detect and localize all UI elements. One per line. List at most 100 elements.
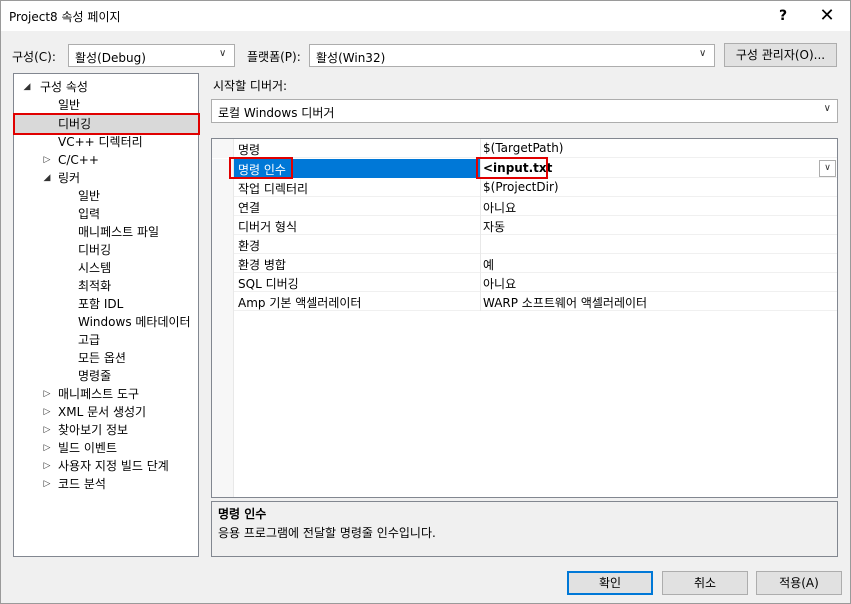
column-divider — [480, 178, 481, 197]
chevron-down-icon[interactable]: ∨ — [819, 160, 836, 177]
tree-item-vc-directories[interactable]: VC++ 디렉터리 — [58, 133, 143, 151]
collapse-icon[interactable]: ◢ — [42, 173, 52, 183]
property-value: $(ProjectDir) — [483, 180, 559, 194]
expand-icon[interactable]: ▷ — [42, 461, 52, 471]
property-name: 명령 — [238, 143, 261, 157]
tree-item-code-analysis[interactable]: 코드 분석 — [58, 475, 106, 493]
property-row[interactable]: 환경 — [212, 235, 837, 254]
property-row[interactable]: 디버거 형식 자동 — [212, 216, 837, 235]
property-row[interactable]: 연결 아니요 — [212, 197, 837, 216]
tree-item-linker-debugging[interactable]: 디버깅 — [78, 241, 111, 259]
expand-icon[interactable]: ▷ — [42, 389, 52, 399]
platform-value: 활성(Win32) — [316, 51, 386, 65]
tree-item-linker-general[interactable]: 일반 — [78, 187, 100, 205]
property-grid: 명령 $(TargetPath) 명령 인수 <input.txt ∨ 작업 디… — [211, 138, 838, 498]
column-divider — [480, 273, 481, 292]
property-name: 연결 — [238, 201, 261, 215]
tree-item-linker-embedded-idl[interactable]: 포함 IDL — [78, 295, 123, 313]
row-gutter — [212, 139, 234, 158]
column-divider — [480, 139, 481, 158]
row-gutter — [212, 178, 234, 197]
tree-item-manifest-tool[interactable]: 매니페스트 도구 — [58, 385, 139, 403]
property-row[interactable]: 명령 $(TargetPath) — [212, 139, 837, 158]
tree-item-linker-system[interactable]: 시스템 — [78, 259, 111, 277]
column-divider — [480, 235, 481, 254]
apply-button[interactable]: 적용(A) — [756, 571, 842, 595]
tree-item-general[interactable]: 일반 — [58, 96, 80, 114]
property-row[interactable]: SQL 디버깅 아니요 — [212, 273, 837, 292]
tree-item-linker-input[interactable]: 입력 — [78, 205, 100, 223]
property-name: 환경 병합 — [238, 258, 286, 272]
tree-item-linker-advanced[interactable]: 고급 — [78, 331, 100, 349]
window-title: Project8 속성 페이지 — [9, 10, 121, 24]
property-value: WARP 소프트웨어 액셀러레이터 — [483, 296, 648, 310]
close-button[interactable]: ✕ — [805, 1, 849, 31]
row-gutter — [212, 292, 234, 311]
column-divider — [480, 292, 481, 311]
row-gutter — [212, 254, 234, 273]
configuration-dropdown[interactable]: 활성(Debug) ∨ — [68, 44, 235, 67]
property-value: 자동 — [483, 220, 506, 234]
chevron-down-icon: ∨ — [219, 48, 227, 59]
column-divider — [480, 197, 481, 216]
column-divider — [480, 254, 481, 273]
property-row[interactable]: Amp 기본 액셀러레이터 WARP 소프트웨어 액셀러레이터 — [212, 292, 837, 311]
debugger-value: 로컬 Windows 디버거 — [218, 106, 335, 120]
expand-icon[interactable]: ▷ — [42, 155, 52, 165]
highlight-box — [229, 157, 293, 179]
chevron-down-icon: ∨ — [823, 103, 831, 114]
property-tree[interactable]: ◢ 구성 속성 일반 디버깅 VC++ 디렉터리 ▷ C/C++ ◢ 링커 일반… — [13, 73, 199, 557]
tree-item-linker-all-options[interactable]: 모든 옵션 — [78, 349, 126, 367]
chevron-down-icon: ∨ — [699, 48, 707, 59]
column-divider — [480, 216, 481, 235]
tree-item-linker[interactable]: 링커 — [58, 169, 80, 187]
property-name: 디버거 형식 — [238, 220, 298, 234]
expand-icon[interactable]: ▷ — [42, 425, 52, 435]
grid-gutter — [212, 311, 234, 497]
tree-root[interactable]: 구성 속성 — [40, 78, 88, 96]
property-value: 예 — [483, 258, 495, 272]
configuration-label: 구성(C): — [12, 50, 56, 64]
property-value: 아니요 — [483, 277, 517, 291]
expand-icon[interactable]: ▷ — [42, 443, 52, 453]
highlight-box — [13, 113, 200, 135]
platform-dropdown[interactable]: 활성(Win32) ∨ — [309, 44, 715, 67]
tree-item-xml-doc-generator[interactable]: XML 문서 생성기 — [58, 403, 146, 421]
property-pages-dialog: Project8 속성 페이지 ? ✕ 구성(C): 활성(Debug) ∨ 플… — [0, 0, 851, 604]
description-title: 명령 인수 — [218, 507, 267, 521]
tree-item-browse-information[interactable]: 찾아보기 정보 — [58, 421, 128, 439]
tree-item-linker-command-line[interactable]: 명령줄 — [78, 367, 111, 385]
configuration-value: 활성(Debug) — [75, 51, 146, 65]
debugger-label: 시작할 디버거: — [213, 79, 288, 93]
configuration-manager-button[interactable]: 구성 관리자(O)... — [724, 43, 837, 67]
collapse-icon[interactable]: ◢ — [22, 82, 32, 92]
property-value: $(TargetPath) — [483, 141, 564, 155]
row-gutter — [212, 216, 234, 235]
expand-icon[interactable]: ▷ — [42, 407, 52, 417]
highlight-box — [476, 157, 548, 179]
expand-icon[interactable]: ▷ — [42, 479, 52, 489]
help-button[interactable]: ? — [761, 1, 805, 31]
property-value: 아니요 — [483, 201, 517, 215]
tree-item-custom-build-step[interactable]: 사용자 지정 빌드 단계 — [58, 457, 169, 475]
tree-item-linker-optimization[interactable]: 최적화 — [78, 277, 111, 295]
title-bar: Project8 속성 페이지 ? ✕ — [1, 1, 850, 31]
property-row[interactable]: 작업 디렉터리 $(ProjectDir) — [212, 178, 837, 197]
tree-item-build-events[interactable]: 빌드 이벤트 — [58, 439, 117, 457]
description-text: 응용 프로그램에 전달할 명령줄 인수입니다. — [218, 526, 436, 540]
ok-button[interactable]: 확인 — [567, 571, 653, 595]
property-name: 환경 — [238, 239, 261, 253]
property-name: Amp 기본 액셀러레이터 — [238, 296, 362, 310]
property-name: 작업 디렉터리 — [238, 182, 309, 196]
platform-label: 플랫폼(P): — [247, 50, 301, 64]
tree-item-cpp[interactable]: C/C++ — [58, 151, 99, 169]
row-gutter — [212, 235, 234, 254]
description-panel: 명령 인수 응용 프로그램에 전달할 명령줄 인수입니다. — [211, 501, 838, 557]
property-row[interactable]: 환경 병합 예 — [212, 254, 837, 273]
cancel-button[interactable]: 취소 — [662, 571, 748, 595]
row-gutter — [212, 273, 234, 292]
tree-item-linker-windows-metadata[interactable]: Windows 메타데이터 — [78, 313, 191, 331]
debugger-dropdown[interactable]: 로컬 Windows 디버거 ∨ — [211, 99, 838, 123]
tree-item-linker-manifest-file[interactable]: 매니페스트 파일 — [78, 223, 159, 241]
row-gutter — [212, 197, 234, 216]
